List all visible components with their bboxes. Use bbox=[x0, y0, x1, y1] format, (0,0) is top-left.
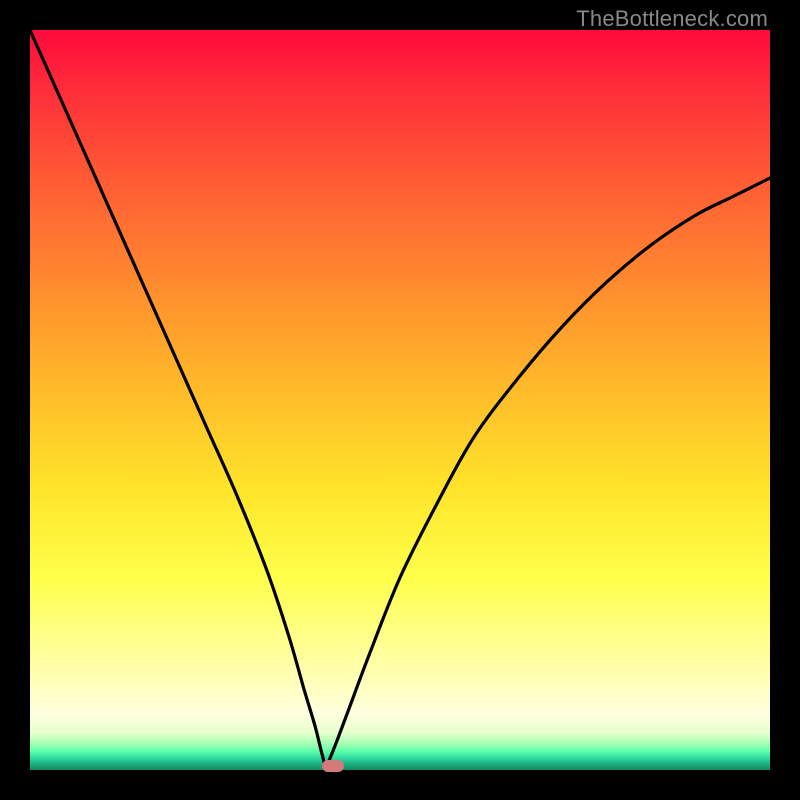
bottleneck-curve bbox=[30, 30, 770, 770]
notch-marker bbox=[322, 760, 344, 772]
chart-frame: TheBottleneck.com bbox=[0, 0, 800, 800]
watermark-text: TheBottleneck.com bbox=[576, 6, 768, 32]
plot-area bbox=[30, 30, 770, 770]
